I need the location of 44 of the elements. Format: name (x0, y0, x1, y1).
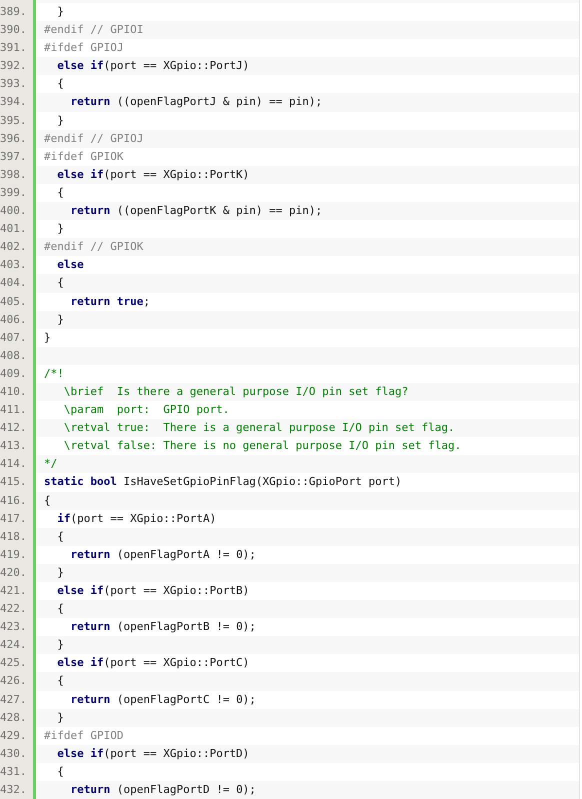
line-number: 414. (0, 455, 36, 474)
line-number: 407. (0, 328, 36, 347)
line-number: 416. (0, 492, 36, 510)
line-number: 405. (0, 292, 36, 311)
line-number: 409. (0, 364, 36, 383)
line-number: 424. (0, 636, 36, 654)
line-number: 395. (0, 112, 36, 130)
line-number: 393. (0, 75, 36, 94)
line-number: 411. (0, 401, 36, 420)
line-number: 429. (0, 726, 36, 745)
line-number: 415. (0, 473, 36, 492)
line-number: 392. (0, 57, 36, 76)
line-number: 408. (0, 346, 36, 365)
line-number: 423. (0, 618, 36, 636)
line-number: 422. (0, 600, 36, 618)
line-number: 390. (0, 21, 36, 40)
line-number: 403. (0, 256, 36, 274)
line-number: 402. (0, 238, 36, 256)
line-number: 389. (0, 3, 36, 22)
line-number: 410. (0, 382, 36, 402)
line-number: 413. (0, 437, 36, 456)
line-number: 428. (0, 708, 36, 727)
line-number: 398. (0, 166, 36, 184)
line-number: 432. (0, 781, 36, 799)
line-number: 406. (0, 310, 36, 329)
line-number: 399. (0, 184, 36, 202)
line-number: 431. (0, 762, 36, 782)
line-number: 394. (0, 93, 36, 112)
line-number: 427. (0, 690, 36, 709)
line-number: 421. (0, 582, 36, 600)
line-number: 396. (0, 130, 36, 148)
line-number: 419. (0, 546, 36, 564)
line-number: 418. (0, 528, 36, 546)
line-number: 401. (0, 220, 36, 238)
line-number: 404. (0, 274, 36, 292)
line-number: 400. (0, 202, 36, 220)
line-number: 391. (0, 39, 36, 58)
line-number: 420. (0, 564, 36, 582)
line-number: 397. (0, 148, 36, 166)
line-number: 430. (0, 744, 36, 763)
line-number: 425. (0, 654, 36, 672)
line-number: 426. (0, 672, 36, 691)
line-number: 417. (0, 510, 36, 528)
line-number: 412. (0, 419, 36, 438)
